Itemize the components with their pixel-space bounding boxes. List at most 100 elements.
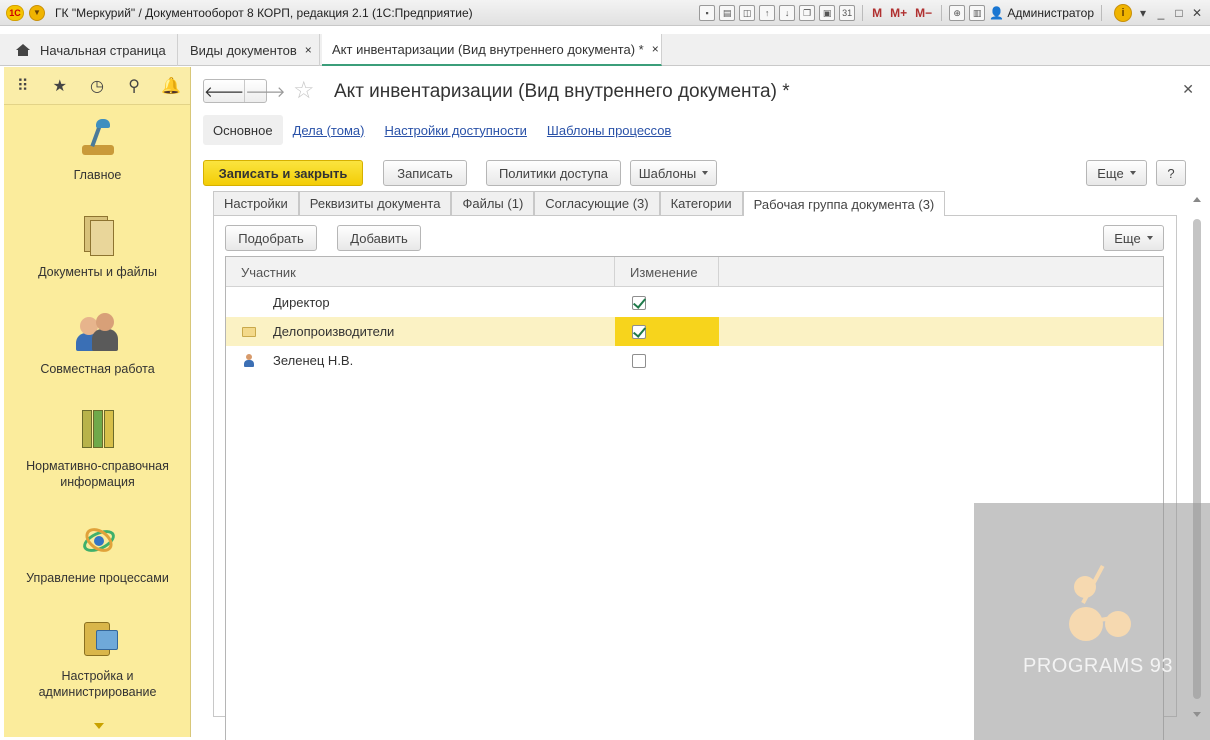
table-row[interactable]: Зеленец Н.В.: [226, 346, 1163, 375]
minimize-icon[interactable]: _: [1154, 6, 1168, 20]
save-button[interactable]: Записать: [383, 160, 467, 186]
templates-label: Шаблоны: [638, 165, 697, 181]
table-header: Участник Изменение: [226, 257, 1163, 287]
process-icon: [76, 520, 120, 564]
tab-home[interactable]: Начальная страница: [6, 34, 178, 66]
apps-grid-icon[interactable]: ⠿: [13, 76, 33, 96]
sidebar-scroll-down-icon[interactable]: [94, 723, 104, 729]
copy-icon[interactable]: ❐: [799, 5, 816, 21]
watermark-logo-node: [1069, 607, 1103, 641]
tab-files[interactable]: Файлы (1): [451, 191, 535, 215]
forward-arrow-icon[interactable]: 🡒: [244, 80, 285, 102]
pick-button[interactable]: Подобрать: [225, 225, 317, 251]
info-icon[interactable]: i: [1114, 4, 1132, 22]
tab-approvers[interactable]: Согласующие (3): [534, 191, 660, 215]
sidebar-item-label: Документы и файлы: [38, 265, 157, 279]
zoom-icon[interactable]: ⊕: [949, 5, 966, 21]
sidebar-item-admin[interactable]: Настройка и администрирование: [4, 618, 191, 700]
change-checkbox[interactable]: [632, 353, 646, 368]
sidebar-item-reference-info[interactable]: Нормативно-справочная информация: [4, 408, 191, 490]
grid-more-button[interactable]: Еще: [1103, 225, 1164, 251]
upload-icon[interactable]: ↑: [759, 5, 776, 21]
scroll-up-icon[interactable]: [1193, 197, 1201, 202]
favorite-star-icon[interactable]: ☆: [293, 79, 315, 103]
form-tabs: Настройки Реквизиты документа Файлы (1) …: [213, 191, 946, 216]
separator: [941, 5, 943, 21]
column-header-participant[interactable]: Участник: [226, 257, 615, 287]
close-tab-icon[interactable]: ×: [652, 42, 659, 56]
close-tab-icon[interactable]: ×: [305, 43, 312, 57]
group-cell: [242, 317, 256, 346]
panels-icon[interactable]: ▥: [969, 5, 986, 21]
separator: [862, 5, 864, 21]
sidebar-item-collaboration[interactable]: Совместная работа: [4, 311, 191, 377]
back-arrow-icon[interactable]: 🡐: [204, 80, 244, 102]
sidebar-item-main[interactable]: Главное: [4, 117, 191, 183]
tab-document-types[interactable]: Виды документов ×: [180, 34, 320, 66]
tab-label: Начальная страница: [40, 42, 166, 58]
section-process-templates[interactable]: Шаблоны процессов: [537, 115, 681, 145]
participant-name: Делопроизводители: [273, 324, 395, 339]
change-checkbox[interactable]: [632, 295, 646, 310]
info-menu-chevron-icon[interactable]: ▾: [1136, 6, 1150, 20]
access-policies-button[interactable]: Политики доступа: [486, 160, 621, 186]
save-icon[interactable]: ▪: [699, 5, 716, 21]
sidebar-item-label: Совместная работа: [40, 362, 155, 376]
favorites-star-icon[interactable]: ★: [50, 76, 70, 96]
print-icon[interactable]: ▤: [719, 5, 736, 21]
history-icon[interactable]: ◷: [87, 76, 107, 96]
save-and-close-button[interactable]: Записать и закрыть: [203, 160, 363, 186]
documents-icon: [76, 214, 120, 258]
sidebar-item-documents[interactable]: Документы и файлы: [4, 214, 191, 280]
section-availability[interactable]: Настройки доступности: [374, 115, 536, 145]
more-label: Еще: [1114, 230, 1141, 246]
sidebar-item-processes[interactable]: Управление процессами: [4, 520, 191, 586]
section-main[interactable]: Основное: [203, 115, 283, 145]
help-button[interactable]: ?: [1156, 160, 1186, 186]
dropdown-caret-icon: [1129, 171, 1136, 175]
more-label: Еще: [1097, 165, 1124, 181]
tab-document-attributes[interactable]: Реквизиты документа: [298, 191, 452, 215]
search-icon[interactable]: ⚲: [124, 76, 144, 96]
people-icon: [75, 311, 120, 355]
memory-button-m-minus[interactable]: M−: [913, 6, 934, 20]
preview-icon[interactable]: ◫: [739, 5, 756, 21]
add-button[interactable]: Добавить: [337, 225, 421, 251]
watermark-logo-node: [1105, 611, 1131, 637]
change-cell[interactable]: [615, 346, 719, 375]
tab-settings[interactable]: Настройки: [213, 191, 299, 215]
app-logo-icon[interactable]: 1С: [6, 4, 24, 21]
table-row[interactable]: Директор: [226, 288, 1163, 317]
section-cases[interactable]: Дела (тома): [283, 115, 375, 145]
change-checkbox[interactable]: [632, 324, 646, 339]
maximize-icon[interactable]: □: [1172, 6, 1186, 20]
calendar-icon[interactable]: 31: [839, 5, 856, 21]
close-form-icon[interactable]: ✕: [1182, 81, 1194, 98]
sidebar-tools: ⠿ ★ ◷ ⚲ 🔔: [4, 67, 190, 105]
memory-button-m[interactable]: M: [870, 6, 884, 20]
current-user[interactable]: 👤 Администратор: [989, 6, 1094, 20]
tab-label: Акт инвентаризации (Вид внутреннего доку…: [332, 41, 644, 57]
user-name: Администратор: [1007, 6, 1094, 20]
sidebar-item-label: Главное: [73, 168, 122, 182]
more-button[interactable]: Еще: [1086, 160, 1147, 186]
download-icon[interactable]: ↓: [779, 5, 796, 21]
main-menu-icon[interactable]: ▼: [29, 4, 45, 21]
templates-button[interactable]: Шаблоны: [630, 160, 717, 186]
memory-button-m-plus[interactable]: M+: [888, 6, 909, 20]
participant-name: Директор: [273, 295, 330, 310]
sidebar-item-label: Нормативно-справочная информация: [26, 459, 169, 489]
notifications-bell-icon[interactable]: 🔔: [161, 76, 181, 96]
table-row[interactable]: Делопроизводители: [226, 317, 1163, 346]
window-titlebar: 1С ▼ ГК "Меркурий" / Документооборот 8 К…: [0, 0, 1210, 26]
folder-icon: [242, 326, 256, 337]
tab-categories[interactable]: Категории: [659, 191, 743, 215]
tab-work-group[interactable]: Рабочая группа документа (3): [742, 191, 946, 216]
close-window-icon[interactable]: ✕: [1190, 6, 1204, 20]
change-cell[interactable]: [615, 288, 719, 317]
tab-inventory-act[interactable]: Акт инвентаризации (Вид внутреннего доку…: [322, 34, 662, 66]
column-header-change[interactable]: Изменение: [615, 257, 719, 287]
paste-icon[interactable]: ▣: [819, 5, 836, 21]
change-cell[interactable]: [615, 317, 719, 346]
home-icon: [16, 44, 30, 56]
